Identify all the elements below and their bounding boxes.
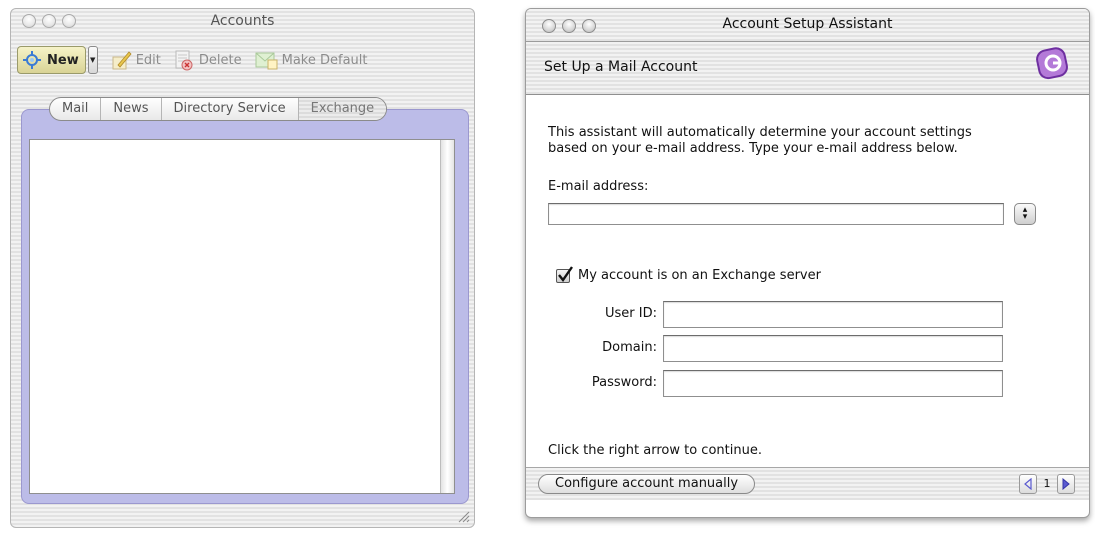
accounts-list[interactable]: [29, 139, 455, 494]
user-id-field[interactable]: [663, 301, 1003, 328]
intro-line-1: This assistant will automatically determ…: [548, 125, 972, 140]
delete-icon: [175, 50, 193, 71]
accounts-window: Accounts New ▼ Edit Delete Make Default …: [10, 8, 475, 528]
email-history-popup-button[interactable]: ▴ ▾: [1014, 203, 1036, 225]
intro-line-2: based on your e-mail address. Type your …: [548, 141, 958, 156]
tab-exchange[interactable]: Exchange: [298, 98, 387, 120]
new-button-label: New: [47, 52, 79, 68]
account-setup-window: Account Setup Assistant Set Up a Mail Ac…: [525, 8, 1090, 518]
edit-icon: [112, 51, 132, 70]
password-label: Password:: [591, 375, 657, 390]
email-field[interactable]: [548, 203, 1004, 225]
previous-page-button[interactable]: [1019, 474, 1037, 494]
window-title: Account Setup Assistant: [722, 16, 893, 32]
exchange-checkbox-label[interactable]: My account is on an Exchange server: [578, 268, 821, 283]
new-menu-arrow[interactable]: ▼: [87, 46, 98, 74]
tab-mail[interactable]: Mail: [50, 98, 102, 120]
entourage-logo-icon: [1036, 47, 1068, 80]
delete-button[interactable]: Delete: [173, 49, 242, 71]
account-type-tabs: Mail News Directory Service Exchange: [49, 97, 388, 121]
exchange-checkbox[interactable]: [556, 266, 573, 283]
intro-text: This assistant will automatically determ…: [548, 125, 1068, 157]
configure-manually-button[interactable]: Configure account manually: [538, 474, 756, 494]
page-number: 1: [1043, 477, 1051, 490]
make-default-icon: [255, 52, 278, 70]
user-id-label: User ID:: [605, 306, 657, 321]
new-button[interactable]: New: [17, 46, 86, 74]
next-page-button[interactable]: [1057, 474, 1075, 494]
new-icon: [23, 51, 41, 69]
right-arrow-icon: [1062, 478, 1070, 490]
window-title: Accounts: [210, 13, 275, 29]
checkmark-icon: [558, 266, 573, 283]
continue-hint: Click the right arrow to continue.: [548, 443, 762, 458]
make-default-button[interactable]: Make Default: [254, 49, 368, 71]
assistant-header: Set Up a Mail Account: [526, 42, 1089, 95]
password-field[interactable]: [663, 370, 1003, 397]
title-bar: Account Setup Assistant: [526, 9, 1089, 42]
edit-button[interactable]: Edit: [110, 49, 161, 71]
edit-label: Edit: [135, 52, 161, 68]
tab-directory-service[interactable]: Directory Service: [162, 98, 299, 120]
page-navigator: 1: [1019, 474, 1075, 494]
domain-field[interactable]: [663, 335, 1003, 362]
email-label: E-mail address:: [548, 179, 649, 194]
make-default-label: Make Default: [281, 52, 368, 68]
delete-label: Delete: [198, 52, 242, 68]
accounts-list-scrollbar[interactable]: [440, 140, 454, 493]
resize-grip-icon[interactable]: [456, 509, 470, 523]
accounts-toolbar: New ▼ Edit Delete Make Default: [17, 45, 368, 75]
left-arrow-icon: [1024, 478, 1032, 490]
chevron-down-icon: ▾: [1022, 212, 1028, 222]
page-title: Set Up a Mail Account: [544, 59, 698, 75]
assistant-footer: Configure account manually 1: [526, 467, 1089, 500]
domain-label: Domain:: [602, 340, 657, 355]
tab-news[interactable]: News: [101, 98, 162, 120]
